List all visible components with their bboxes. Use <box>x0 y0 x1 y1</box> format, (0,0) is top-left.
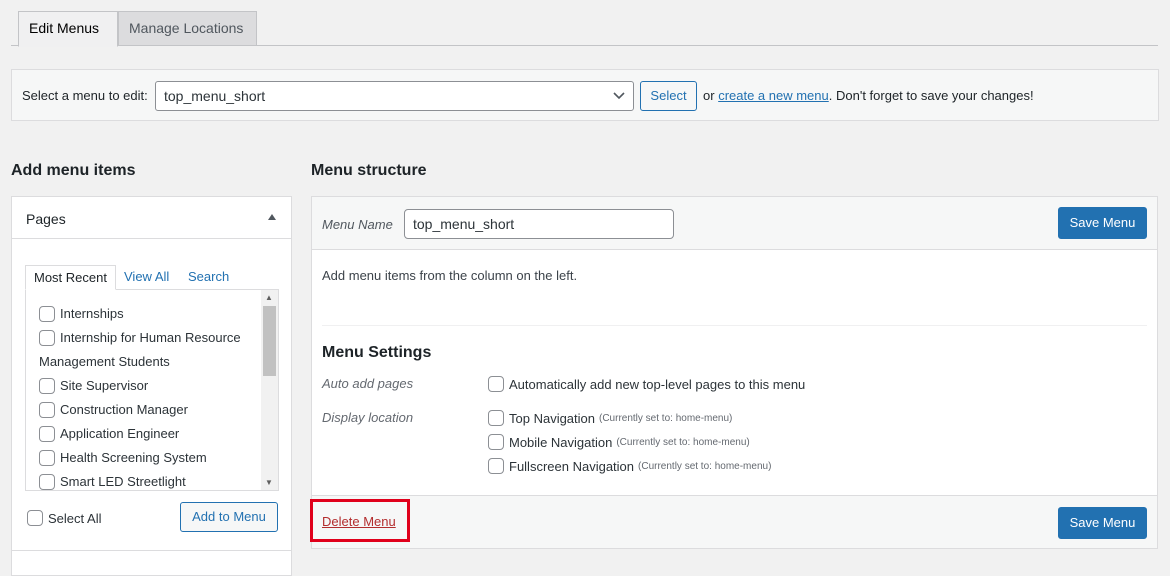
location-name: Fullscreen Navigation <box>509 458 635 474</box>
chevron-down-icon <box>613 82 625 120</box>
location-note: (Currently set to: home-menu) <box>599 412 733 424</box>
menu-structure-heading: Menu structure <box>311 162 427 179</box>
menu-select-value: top_menu_short <box>164 88 266 104</box>
hint-suffix: . Don't forget to save your changes! <box>828 88 1034 103</box>
select-menu-bar: Select a menu to edit: top_menu_short Se… <box>11 69 1159 121</box>
scroll-up-icon[interactable]: ▲ <box>265 293 273 302</box>
auto-add-text: Automatically add new top-level pages to… <box>509 376 806 392</box>
page-label: Site Supervisor <box>60 378 149 393</box>
page-checkbox[interactable] <box>39 330 55 346</box>
auto-add-checkbox[interactable] <box>488 376 504 392</box>
select-all-label: Select All <box>48 510 102 526</box>
display-location-label: Display location <box>322 410 414 425</box>
page-label: Construction Manager <box>60 402 188 417</box>
select-all-toggle[interactable]: Select All <box>27 510 101 526</box>
add-menu-items-heading: Add menu items <box>11 162 136 179</box>
menu-select-dropdown[interactable]: top_menu_short <box>155 81 634 111</box>
list-item: Site Supervisor <box>26 374 262 398</box>
page-label: Health Screening System <box>60 450 207 465</box>
auto-add-pages-label: Auto add pages <box>322 376 414 391</box>
list-item: Application Engineer <box>26 422 262 446</box>
menu-instructions: Add menu items from the column on the le… <box>322 268 578 283</box>
page-checkbox[interactable] <box>39 306 55 322</box>
page-checkbox[interactable] <box>39 426 55 442</box>
select-all-checkbox[interactable] <box>27 510 43 526</box>
hint-prefix: or <box>703 88 715 103</box>
settings-divider <box>322 325 1147 326</box>
page-checkbox[interactable] <box>39 450 55 466</box>
tab-view-all[interactable]: View All <box>124 265 184 290</box>
add-to-menu-button[interactable]: Add to Menu <box>180 502 278 532</box>
list-item: Internship for Human Resource Management… <box>26 326 262 374</box>
location-checkbox[interactable] <box>488 434 504 450</box>
location-name: Top Navigation <box>509 410 595 426</box>
list-item: Construction Manager <box>26 398 262 422</box>
menu-structure-panel: Menu Name top_menu_short Save Menu Add m… <box>310 196 1158 549</box>
menu-name-label: Menu Name <box>322 217 393 232</box>
pages-accordion: Pages Most Recent View All Search Intern… <box>11 196 292 576</box>
location-fullscreen-navigation[interactable]: Fullscreen Navigation (Currently set to:… <box>488 458 771 474</box>
page-checkbox[interactable] <box>39 474 55 490</box>
pages-section-title: Pages <box>26 211 66 227</box>
list-item: Smart LED Streetlight <box>26 470 262 490</box>
pages-checklist[interactable]: Internships Internship for Human Resourc… <box>25 289 279 491</box>
menu-footer: Delete Menu Save Menu <box>310 495 1157 548</box>
list-item: Internships <box>26 302 262 326</box>
tab-search[interactable]: Search <box>188 265 238 290</box>
tab-manage-locations[interactable]: Manage Locations <box>118 11 257 46</box>
tab-most-recent[interactable]: Most Recent <box>25 265 116 290</box>
list-item: Health Screening System <box>26 446 262 470</box>
page-checkbox[interactable] <box>39 378 55 394</box>
auto-add-option[interactable]: Automatically add new top-level pages to… <box>488 376 805 392</box>
collapse-arrow-icon <box>267 212 277 225</box>
page-label: Internships <box>60 306 124 321</box>
scroll-thumb[interactable] <box>263 306 276 376</box>
create-new-menu-link[interactable]: create a new menu <box>718 88 829 103</box>
page-label: Smart LED Streetlight <box>60 474 186 489</box>
location-mobile-navigation[interactable]: Mobile Navigation (Currently set to: hom… <box>488 434 750 450</box>
select-button[interactable]: Select <box>640 81 697 111</box>
location-note: (Currently set to: home-menu) <box>616 436 750 448</box>
menu-header: Menu Name top_menu_short Save Menu <box>312 197 1157 250</box>
page-label: Internship for Human Resource Management… <box>39 330 241 369</box>
save-menu-button-bottom[interactable]: Save Menu <box>1058 507 1147 539</box>
menu-settings-title: Menu Settings <box>322 344 432 361</box>
save-menu-button-top[interactable]: Save Menu <box>1058 207 1147 239</box>
location-name: Mobile Navigation <box>509 434 613 450</box>
accordion-divider <box>12 550 291 551</box>
select-menu-label: Select a menu to edit: <box>22 88 148 103</box>
tab-edit-menus[interactable]: Edit Menus <box>18 11 118 47</box>
page-checkbox[interactable] <box>39 402 55 418</box>
select-hint: or create a new menu. Don't forget to sa… <box>703 88 1034 103</box>
location-top-navigation[interactable]: Top Navigation (Currently set to: home-m… <box>488 410 732 426</box>
menu-name-input[interactable]: top_menu_short <box>404 209 674 239</box>
pages-accordion-header[interactable]: Pages <box>12 197 291 239</box>
delete-menu-link[interactable]: Delete Menu <box>322 514 396 529</box>
location-checkbox[interactable] <box>488 410 504 426</box>
page-label: Application Engineer <box>60 426 180 441</box>
pages-scrollbar[interactable]: ▲ ▼ <box>261 290 278 490</box>
location-note: (Currently set to: home-menu) <box>638 460 772 472</box>
scroll-down-icon[interactable]: ▼ <box>265 478 273 487</box>
location-checkbox[interactable] <box>488 458 504 474</box>
